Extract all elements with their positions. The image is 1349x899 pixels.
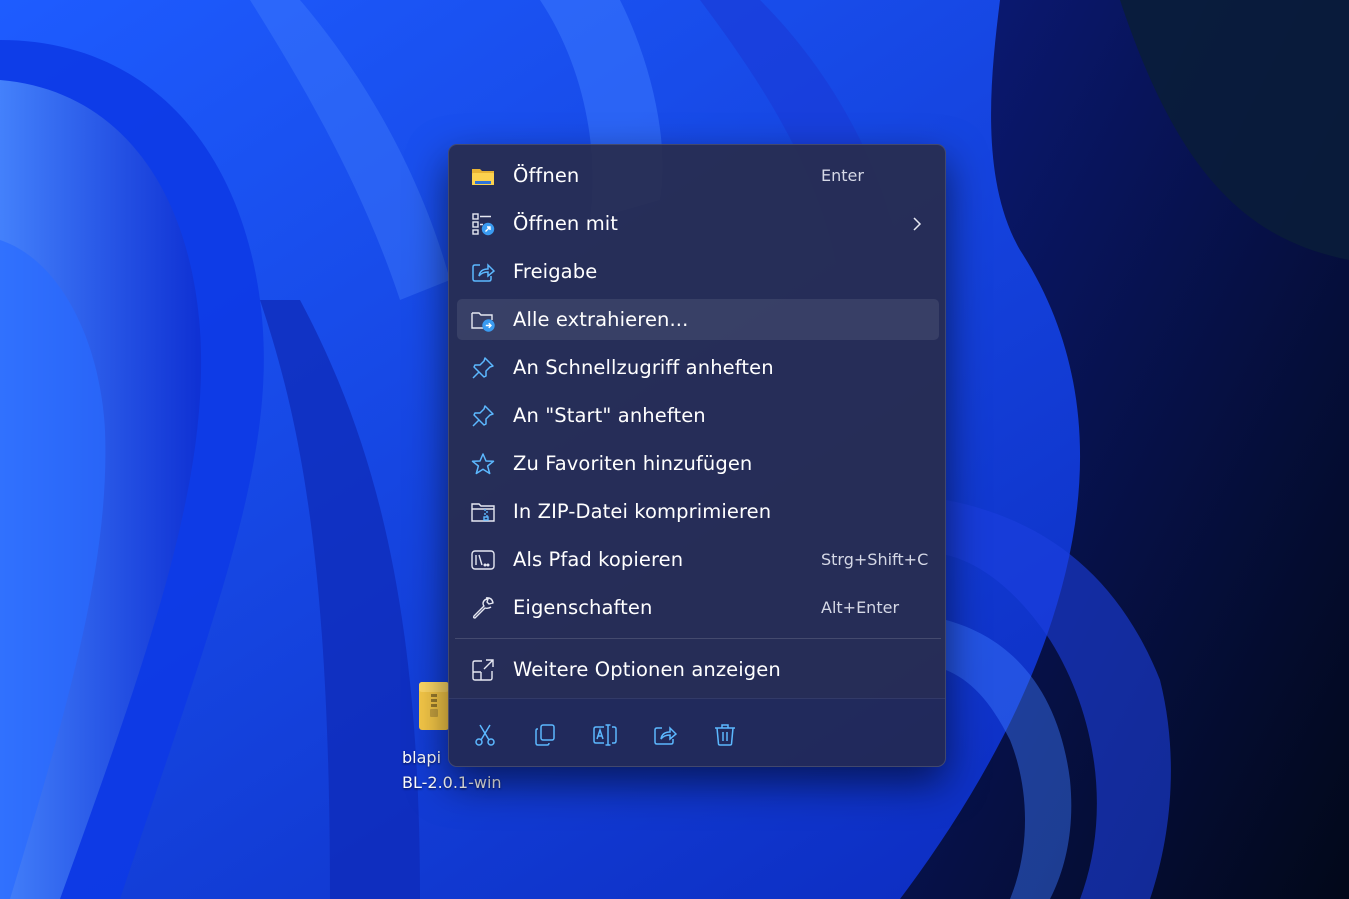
menu-item-pin-start[interactable]: An "Start" anheften bbox=[457, 395, 939, 436]
menu-item-label: Alle extrahieren... bbox=[513, 308, 689, 331]
zip-compress-icon bbox=[471, 503, 495, 522]
menu-item-extract-all[interactable]: Alle extrahieren... bbox=[457, 299, 939, 340]
file-name-line1: blapi bbox=[402, 748, 442, 767]
share-icon bbox=[654, 726, 677, 745]
menu-item-label: Weitere Optionen anzeigen bbox=[513, 658, 781, 681]
menu-item-more-options[interactable]: Weitere Optionen anzeigen bbox=[457, 649, 939, 690]
file-name-line2: BL-2.0.1-win bbox=[402, 773, 502, 792]
copy-icon bbox=[535, 724, 555, 746]
menu-item-label: Als Pfad kopieren bbox=[513, 548, 684, 571]
menu-item-label: Freigabe bbox=[513, 260, 598, 283]
menu-item-share[interactable]: Freigabe bbox=[457, 251, 939, 292]
star-icon bbox=[471, 453, 495, 475]
share-icon bbox=[472, 263, 495, 282]
rename-icon bbox=[593, 724, 617, 746]
menu-item-properties[interactable]: Eigenschaften Alt+Enter bbox=[457, 587, 939, 628]
copy-button[interactable] bbox=[527, 717, 563, 753]
menu-item-shortcut: Enter bbox=[821, 166, 864, 185]
menu-item-shortcut: Alt+Enter bbox=[821, 598, 900, 617]
cut-button[interactable] bbox=[467, 717, 503, 753]
folder-icon bbox=[472, 169, 494, 185]
menu-item-label: In ZIP-Datei komprimieren bbox=[513, 500, 772, 523]
menu-item-copy-path[interactable]: Als Pfad kopieren Strg+Shift+C bbox=[457, 539, 939, 580]
more-options-icon bbox=[472, 659, 494, 681]
extract-icon bbox=[471, 312, 495, 332]
menu-item-compress-zip[interactable]: In ZIP-Datei komprimieren bbox=[457, 491, 939, 532]
menu-item-label: Öffnen bbox=[513, 164, 580, 187]
pin-icon bbox=[472, 357, 494, 379]
menu-item-label: Öffnen mit bbox=[513, 212, 619, 235]
menu-item-label: Eigenschaften bbox=[513, 596, 653, 619]
delete-icon bbox=[715, 724, 735, 746]
menu-item-pin-quick-access[interactable]: An Schnellzugriff anheften bbox=[457, 347, 939, 388]
desktop: blapi BL-2.0.1-win Öffnen Enter Öffnen m… bbox=[0, 0, 1349, 899]
wrench-icon bbox=[472, 597, 494, 619]
share-button[interactable] bbox=[647, 717, 683, 753]
menu-item-add-favorites[interactable]: Zu Favoriten hinzufügen bbox=[457, 443, 939, 484]
context-menu: Öffnen Enter Öffnen mit Freigabe Alle ex… bbox=[448, 144, 946, 767]
menu-item-open-with[interactable]: Öffnen mit bbox=[457, 203, 939, 244]
open-with-icon bbox=[472, 213, 495, 236]
menu-item-label: Zu Favoriten hinzufügen bbox=[513, 452, 753, 475]
menu-separator bbox=[455, 638, 941, 639]
copy-path-icon bbox=[471, 550, 495, 570]
menu-item-label: An "Start" anheften bbox=[513, 404, 706, 427]
chevron-right-icon bbox=[913, 217, 922, 231]
menu-item-label: An Schnellzugriff anheften bbox=[513, 356, 774, 379]
pin-icon bbox=[472, 405, 494, 427]
menu-item-shortcut: Strg+Shift+C bbox=[821, 550, 929, 569]
delete-button[interactable] bbox=[707, 717, 743, 753]
menu-item-open[interactable]: Öffnen Enter bbox=[457, 155, 939, 196]
cut-icon bbox=[475, 724, 495, 746]
zip-folder-icon bbox=[419, 682, 449, 730]
rename-button[interactable] bbox=[587, 717, 623, 753]
context-menu-toolbar bbox=[449, 698, 945, 766]
